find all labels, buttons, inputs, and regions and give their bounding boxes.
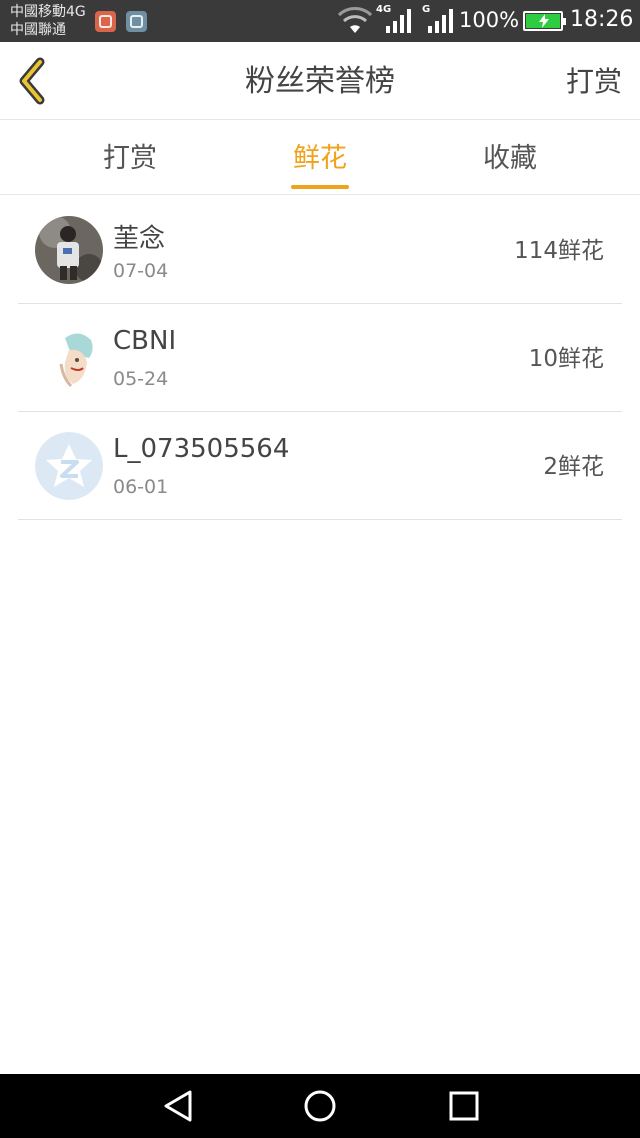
- flower-count: 114鲜花: [514, 238, 604, 264]
- flower-count: 10鲜花: [528, 346, 604, 372]
- reward-button[interactable]: 打赏: [566, 42, 622, 120]
- avatar[interactable]: [35, 324, 103, 392]
- battery-icon: [523, 11, 566, 31]
- title-bar: 粉丝荣誉榜 打赏: [0, 42, 640, 120]
- tab-bar: 打赏 鲜花 收藏: [0, 121, 640, 195]
- carrier-info: 中國移動4G 中國聯通: [10, 3, 86, 39]
- battery-percent: 100%: [459, 8, 520, 32]
- fan-date: 06-01: [113, 476, 169, 498]
- avatar[interactable]: [35, 216, 103, 284]
- active-tab-indicator: [291, 185, 349, 189]
- square-recents-icon: [449, 1091, 479, 1121]
- notification-app-icon: [95, 11, 116, 32]
- tab-favorites[interactable]: 收藏: [450, 121, 570, 195]
- carrier-1: 中國移動4G: [10, 4, 86, 20]
- back-button[interactable]: [14, 56, 54, 106]
- nav-home-button[interactable]: [302, 1088, 338, 1128]
- wifi-icon: [338, 7, 372, 33]
- fan-list: 茥念 07-04 114鲜花 CBNI 05-24 10鲜花 L_0735055…: [0, 196, 640, 520]
- page-title: 粉丝荣誉榜: [245, 64, 395, 99]
- list-item[interactable]: L_073505564 06-01 2鲜花: [18, 412, 622, 520]
- signal-strength-icon-2: [428, 9, 453, 33]
- carrier-2: 中國聯通: [10, 22, 66, 38]
- system-nav-bar: [0, 1074, 640, 1138]
- list-item[interactable]: 茥念 07-04 114鲜花: [18, 196, 622, 304]
- chevron-left-icon: [19, 57, 45, 105]
- status-bar: 中國移動4G 中國聯通 4G G 100% 18:26: [0, 0, 640, 42]
- fan-name: 茥念: [113, 224, 166, 254]
- signal-strength-icon: [386, 9, 411, 33]
- flower-count: 2鲜花: [543, 454, 604, 480]
- nav-recents-button[interactable]: [446, 1088, 482, 1128]
- fan-name: L_073505564: [113, 434, 290, 464]
- tab-flowers[interactable]: 鲜花: [260, 121, 380, 195]
- fan-date: 05-24: [113, 368, 169, 390]
- circle-home-icon: [304, 1090, 336, 1122]
- tab-reward[interactable]: 打赏: [70, 121, 190, 195]
- triangle-back-icon: [164, 1090, 192, 1122]
- clock: 18:26: [570, 7, 634, 32]
- notification-image-icon: [126, 11, 147, 32]
- list-item[interactable]: CBNI 05-24 10鲜花: [18, 304, 622, 412]
- default-avatar-icon[interactable]: [35, 432, 103, 500]
- nav-back-button[interactable]: [160, 1088, 196, 1128]
- fan-name: CBNI: [113, 326, 177, 356]
- fan-date: 07-04: [113, 260, 169, 282]
